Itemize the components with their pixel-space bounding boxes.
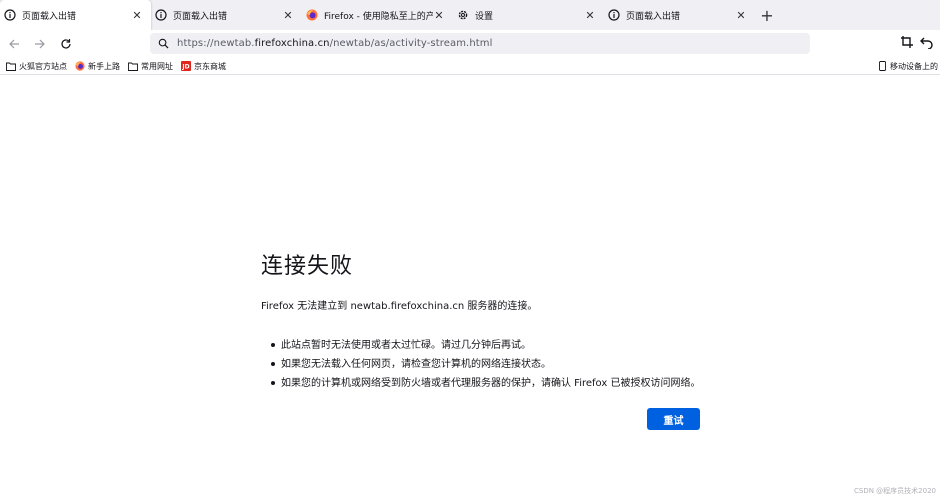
close-icon[interactable]: ✕: [433, 9, 445, 22]
reload-icon: [61, 39, 71, 49]
forward-button[interactable]: [28, 32, 52, 56]
bookmark-label: 京东商城: [194, 61, 226, 71]
info-icon: [4, 9, 16, 21]
bookmark-label: 火狐官方站点: [19, 61, 67, 71]
toolbar-right: [900, 34, 934, 53]
info-icon: [608, 9, 620, 21]
bookmark-label: 新手上路: [88, 61, 120, 71]
url-path: /newtab/as/activity-stream.html: [329, 38, 493, 49]
tab-error-2[interactable]: 页面载入出错 ✕: [151, 0, 302, 30]
error-content: 连接失败 Firefox 无法建立到 newtab.firefoxchina.c…: [261, 248, 721, 393]
nav-bar: https://newtab.firefoxchina.cn/newtab/as…: [0, 30, 940, 58]
tab-firefox[interactable]: Firefox - 使用隐私至上的产品保护 ✕: [302, 0, 453, 30]
new-tab-button[interactable]: +: [755, 0, 779, 30]
url-prefix: https://newtab.: [177, 38, 255, 49]
tab-error-3[interactable]: 页面载入出错 ✕: [604, 0, 755, 30]
bookmarks-bar: 火狐官方站点 新手上路 常用网址 JD 京东商城 移动设备上的: [0, 58, 940, 75]
firefox-icon: [75, 61, 85, 71]
tab-label: 页面载入出错: [626, 11, 681, 22]
bookmark-jd[interactable]: JD 京东商城: [181, 61, 226, 72]
info-icon: [155, 9, 167, 21]
firefox-icon: [306, 9, 318, 21]
close-icon[interactable]: ✕: [735, 9, 747, 22]
bookmark-label: 移动设备上的: [890, 61, 938, 71]
error-description: Firefox 无法建立到 newtab.firefoxchina.cn 服务器…: [261, 301, 538, 312]
tab-strip: 页面载入出错 ✕ 页面载入出错 ✕ Firefox - 使用隐私至上的产品保护 …: [0, 0, 940, 30]
url-bar[interactable]: https://newtab.firefoxchina.cn/newtab/as…: [150, 33, 810, 54]
close-icon[interactable]: ✕: [282, 9, 294, 22]
tab-label: 页面载入出错: [22, 11, 77, 22]
crop-icon[interactable]: [900, 34, 914, 53]
list-item: 如果您无法载入任何网页，请检查您计算机的网络连接状态。: [261, 355, 721, 374]
reload-button[interactable]: [54, 32, 78, 56]
svg-text:JD: JD: [181, 64, 189, 71]
tab-label: 设置: [475, 11, 494, 22]
bookmark-common-sites[interactable]: 常用网址: [128, 61, 173, 72]
bookmark-getting-started[interactable]: 新手上路: [75, 61, 120, 72]
tab-settings[interactable]: 设置 ✕: [453, 0, 604, 30]
folder-icon: [6, 61, 16, 71]
gear-icon: [457, 9, 469, 21]
url-text: https://newtab.firefoxchina.cn/newtab/as…: [177, 38, 493, 49]
jd-icon: JD: [181, 61, 191, 71]
mobile-icon: [877, 61, 887, 71]
watermark: CSDN @程序员技术2020: [854, 487, 936, 495]
bookmark-label: 常用网址: [141, 61, 173, 71]
folder-icon: [128, 61, 138, 71]
close-icon[interactable]: ✕: [584, 9, 596, 22]
url-domain: firefoxchina.cn: [254, 38, 330, 49]
bookmark-official-site[interactable]: 火狐官方站点: [6, 61, 67, 72]
retry-button[interactable]: 重试: [647, 408, 700, 430]
close-icon[interactable]: ✕: [131, 9, 143, 22]
plus-icon: +: [760, 5, 774, 25]
tab-label: 页面载入出错: [173, 11, 228, 22]
bookmark-mobile[interactable]: 移动设备上的: [877, 58, 938, 74]
arrow-right-icon: [35, 39, 45, 49]
undo-icon[interactable]: [920, 34, 934, 53]
search-icon: [158, 38, 169, 49]
list-item: 如果您的计算机或网络受到防火墙或者代理服务器的保护，请确认 Firefox 已被…: [261, 374, 721, 393]
tab-label: Firefox - 使用隐私至上的产品保护: [324, 11, 433, 22]
arrow-left-icon: [9, 39, 19, 49]
error-title: 连接失败: [261, 254, 354, 279]
error-list: 此站点暂时无法使用或者太过忙碌。请过几分钟后再试。 如果您无法载入任何网页，请检…: [261, 336, 721, 393]
list-item: 此站点暂时无法使用或者太过忙碌。请过几分钟后再试。: [261, 336, 721, 355]
tab-error-1[interactable]: 页面载入出错 ✕: [0, 0, 151, 30]
back-button[interactable]: [2, 32, 26, 56]
